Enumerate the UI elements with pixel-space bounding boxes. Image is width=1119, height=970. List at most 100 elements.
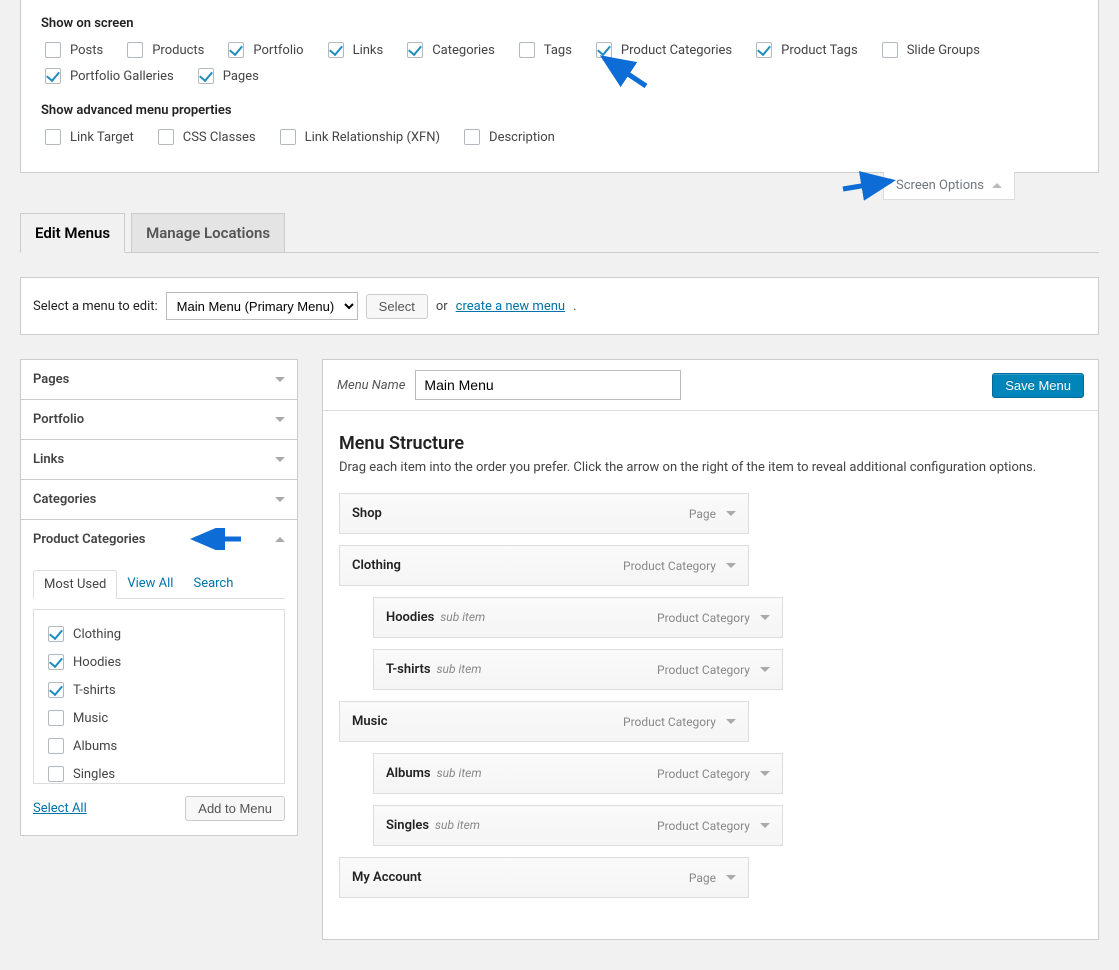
checkbox-input[interactable] [280, 129, 296, 145]
menu-item[interactable]: T-shirtssub itemProduct Category [373, 649, 783, 690]
checkbox-label: Portfolio Galleries [70, 69, 174, 84]
tab-manage-locations[interactable]: Manage Locations [131, 213, 285, 253]
checkbox-input[interactable] [48, 738, 64, 754]
checkbox-input[interactable] [882, 42, 898, 58]
menu-item[interactable]: ShopPage [339, 493, 749, 534]
menu-item[interactable]: Hoodiessub itemProduct Category [373, 597, 783, 638]
menu-item-type: Product Category [657, 663, 750, 677]
term-item[interactable]: Singles [44, 760, 274, 784]
chevron-down-icon[interactable] [760, 771, 770, 776]
checkbox-link-target[interactable]: Link Target [41, 126, 134, 148]
term-item[interactable]: T-shirts [44, 676, 274, 704]
checkbox-input[interactable] [48, 766, 64, 782]
checkbox-input[interactable] [48, 626, 64, 642]
checkbox-input[interactable] [158, 129, 174, 145]
metabox-head-categories[interactable]: Categories [21, 480, 297, 519]
or-text: or [436, 299, 448, 314]
checkbox-portfolio[interactable]: Portfolio [224, 39, 303, 61]
screen-options-label: Screen Options [896, 178, 984, 193]
chevron-down-icon[interactable] [760, 823, 770, 828]
metabox-head-links[interactable]: Links [21, 440, 297, 479]
checkbox-product-tags[interactable]: Product Tags [752, 39, 858, 61]
checkbox-input[interactable] [519, 42, 535, 58]
checkbox-label: Products [152, 43, 204, 58]
checkbox-product-categories[interactable]: Product Categories [592, 39, 732, 61]
create-menu-link[interactable]: create a new menu [456, 299, 565, 314]
checkbox-input[interactable] [45, 68, 61, 84]
metabox-head-portfolio[interactable]: Portfolio [21, 400, 297, 439]
metabox-body-product-categories: Most Used View All Search ClothingHoodie… [21, 559, 297, 835]
checkbox-input[interactable] [45, 42, 61, 58]
checkbox-links[interactable]: Links [324, 39, 384, 61]
checkbox-tags[interactable]: Tags [515, 39, 572, 61]
menu-item[interactable]: Singlessub itemProduct Category [373, 805, 783, 846]
select-button[interactable]: Select [366, 294, 428, 319]
menu-item[interactable]: Albumssub itemProduct Category [373, 753, 783, 794]
checkbox-input[interactable] [45, 129, 61, 145]
menu-item[interactable]: ClothingProduct Category [339, 545, 749, 586]
checkbox-label: Product Categories [621, 43, 732, 58]
term-item[interactable]: Albums [44, 732, 274, 760]
chevron-down-icon[interactable] [760, 667, 770, 672]
checkbox-categories[interactable]: Categories [403, 39, 495, 61]
checkbox-input[interactable] [48, 654, 64, 670]
term-item[interactable]: Music [44, 704, 274, 732]
checkbox-input[interactable] [48, 710, 64, 726]
checkbox-label: Tags [544, 43, 572, 58]
add-to-menu-button[interactable]: Add to Menu [185, 796, 285, 821]
checkbox-input[interactable] [127, 42, 143, 58]
chevron-down-icon[interactable] [726, 719, 736, 724]
checkbox-input[interactable] [407, 42, 423, 58]
menu-item[interactable]: MusicProduct Category [339, 701, 749, 742]
checkbox-slide-groups[interactable]: Slide Groups [878, 39, 980, 61]
menu-item-type: Product Category [657, 611, 750, 625]
metabox-title: Pages [33, 372, 69, 387]
chevron-down-icon [275, 417, 285, 422]
checkbox-input[interactable] [328, 42, 344, 58]
metabox-title: Categories [33, 492, 96, 507]
screen-options-tab[interactable]: Screen Options [883, 172, 1015, 200]
menu-item-subtext: sub item [437, 662, 482, 676]
advanced-props-heading: Show advanced menu properties [41, 97, 1078, 126]
advanced-props-checkboxes: Link Target CSS Classes Link Relationship … [41, 126, 1078, 158]
show-on-screen-heading: Show on screen [41, 10, 1078, 39]
checkbox-input[interactable] [198, 68, 214, 84]
checkbox-input[interactable] [464, 129, 480, 145]
chevron-down-icon[interactable] [760, 615, 770, 620]
checkbox-css-classes[interactable]: CSS Classes [154, 126, 256, 148]
menu-item[interactable]: My AccountPage [339, 857, 749, 898]
checkbox-input[interactable] [48, 682, 64, 698]
checkbox-link-relationship-xfn-[interactable]: Link Relationship (XFN) [276, 126, 440, 148]
checkbox-pages[interactable]: Pages [194, 65, 259, 87]
checkbox-label: Categories [432, 43, 495, 58]
chevron-down-icon[interactable] [726, 511, 736, 516]
checkbox-input[interactable] [596, 42, 612, 58]
checkbox-products[interactable]: Products [123, 39, 204, 61]
metabox-links: Links [20, 439, 298, 480]
chevron-down-icon [275, 497, 285, 502]
term-tab-view-all[interactable]: View All [117, 570, 183, 599]
chevron-down-icon[interactable] [726, 563, 736, 568]
term-tab-most-used[interactable]: Most Used [33, 570, 117, 599]
save-menu-button[interactable]: Save Menu [992, 373, 1084, 398]
metabox-categories: Categories [20, 479, 298, 520]
menu-select[interactable]: Main Menu (Primary Menu) [166, 292, 358, 320]
term-item[interactable]: Clothing [44, 620, 274, 648]
checkbox-label: Link Target [70, 130, 134, 145]
menu-main-column: Menu Name Save Menu Menu Structure Drag … [322, 359, 1099, 940]
menu-name-input[interactable] [415, 370, 681, 400]
chevron-down-icon[interactable] [726, 875, 736, 880]
menu-item-subtext: sub item [437, 766, 482, 780]
nav-tabs: Edit Menus Manage Locations [20, 213, 1099, 253]
checkbox-input[interactable] [756, 42, 772, 58]
checkbox-portfolio-galleries[interactable]: Portfolio Galleries [41, 65, 174, 87]
checkbox-description[interactable]: Description [460, 126, 555, 148]
term-tab-search[interactable]: Search [183, 570, 243, 599]
tab-edit-menus[interactable]: Edit Menus [20, 213, 125, 253]
term-item[interactable]: Hoodies [44, 648, 274, 676]
checkbox-input[interactable] [228, 42, 244, 58]
metabox-head-pages[interactable]: Pages [21, 360, 297, 399]
checkbox-posts[interactable]: Posts [41, 39, 103, 61]
select-all-link[interactable]: Select All [33, 801, 87, 816]
metabox-head-product-categories[interactable]: Product Categories [21, 520, 297, 559]
